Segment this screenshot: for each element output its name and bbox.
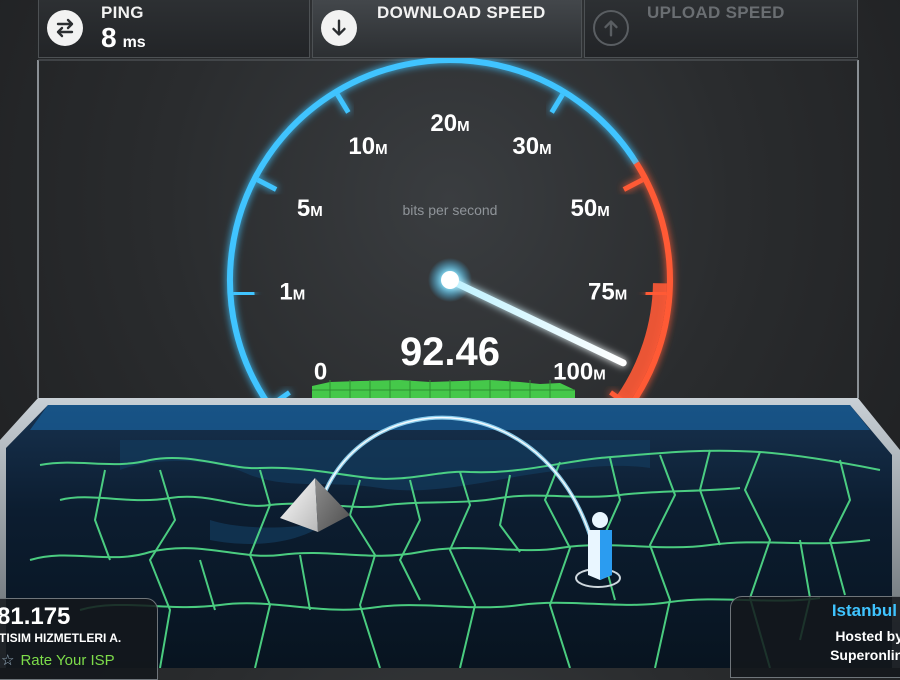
gauge-unit-label: bits per second bbox=[402, 202, 498, 218]
rate-isp-link[interactable]: ☆ Rate Your ISP bbox=[1, 651, 115, 669]
server-city[interactable]: Istanbul bbox=[832, 601, 897, 621]
server-host: Superonline bbox=[830, 647, 900, 663]
download-speed-label: DOWNLOAD SPEED bbox=[377, 3, 546, 22]
star-icon: ☆ bbox=[1, 652, 15, 669]
ping-value: 8 ms bbox=[101, 22, 146, 53]
client-ip: 81.175 bbox=[0, 603, 71, 630]
ping-label: PING bbox=[101, 3, 144, 22]
client-isp: TISIM HIZMETLERI A. bbox=[0, 631, 122, 645]
tab-upload-speed[interactable]: UPLOAD SPEED bbox=[584, 0, 858, 58]
tab-download-speed[interactable]: DOWNLOAD SPEED bbox=[312, 0, 582, 58]
upload-speed-label: UPLOAD SPEED bbox=[647, 3, 785, 22]
current-speed-value: 92.46 bbox=[399, 330, 501, 374]
test-tabs: PING 8 ms DOWNLOAD SPEED UPLOAD SPEED bbox=[38, 0, 858, 60]
rate-isp-label: Rate Your ISP bbox=[20, 652, 115, 669]
speed-graph bbox=[312, 380, 575, 398]
tab-ping[interactable]: PING 8 ms bbox=[38, 0, 310, 58]
arrow-down-circle-icon bbox=[321, 10, 357, 46]
exchange-arrows-icon bbox=[47, 10, 83, 46]
arrow-up-circle-icon bbox=[593, 10, 629, 46]
hosted-by-label: Hosted by bbox=[835, 628, 900, 644]
server-info-panel: Istanbul Hosted by Superonline bbox=[730, 596, 900, 678]
